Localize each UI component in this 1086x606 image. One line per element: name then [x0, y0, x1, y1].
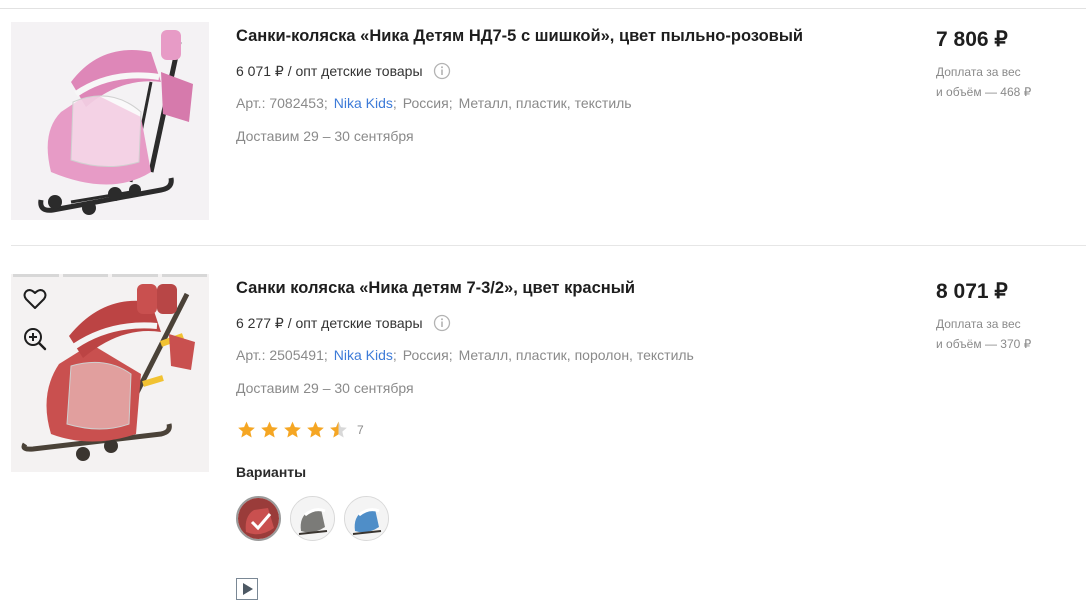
play-icon: [243, 583, 253, 595]
review-count[interactable]: 7: [357, 423, 364, 437]
gallery-dot[interactable]: [112, 274, 158, 277]
gallery-dot[interactable]: [62, 274, 108, 277]
separator: ;: [448, 95, 453, 111]
half-star-icon: [330, 421, 347, 438]
wholesale-price-line: 6 277 ₽ / опт детские товары: [236, 314, 451, 332]
product-title[interactable]: Санки-коляска «Ника Детям НД7-5 с шишкой…: [236, 27, 803, 46]
product-image[interactable]: [11, 22, 209, 220]
surcharge-line-1: Доплата за вес: [936, 317, 1021, 331]
red-variant-thumb: [238, 498, 279, 539]
materials: Металл, пластик, поролон, текстиль: [458, 347, 694, 363]
country: Россия: [402, 347, 449, 363]
product-title[interactable]: Санки коляска «Ника детям 7-3/2», цвет к…: [236, 279, 635, 298]
delivery-date: Доставим 29 – 30 сентября: [236, 128, 414, 144]
product-card: Санки коляска «Ника детям 7-3/2», цвет к…: [0, 272, 1086, 602]
star-icon: [261, 421, 278, 438]
separator: ;: [392, 347, 397, 363]
pink-sled-stroller-image: [11, 22, 209, 220]
star-icon: [307, 421, 324, 438]
surcharge-note: Доплата за вес и объём — 370 ₽: [936, 314, 1076, 354]
materials: Металл, пластик, текстиль: [458, 95, 632, 111]
surcharge-note: Доплата за вес и объём — 468 ₽: [936, 62, 1076, 102]
gallery-dot[interactable]: [13, 274, 59, 277]
delivery-date: Доставим 29 – 30 сентября: [236, 380, 414, 396]
star-icon: [238, 421, 255, 438]
heart-icon[interactable]: [22, 286, 48, 312]
brand-link[interactable]: Nika Kids: [334, 95, 393, 111]
product-divider: [11, 245, 1086, 246]
play-video-button[interactable]: [236, 578, 258, 600]
product-card: Санки-коляска «Ника Детям НД7-5 с шишкой…: [0, 20, 1086, 222]
surcharge-line-2: и объём — 468 ₽: [936, 85, 1032, 99]
rating-stars[interactable]: 7: [236, 420, 364, 440]
product-meta: Арт.: 7082453; Nika Kids; Россия; Металл, п…: [236, 95, 632, 111]
variant-option[interactable]: [236, 496, 281, 541]
separator: ;: [448, 347, 453, 363]
gray-variant-thumb: [291, 497, 334, 540]
wholesale-price: 6 277 ₽: [236, 314, 284, 331]
gallery-dot[interactable]: [161, 274, 207, 277]
blue-variant-thumb: [345, 497, 388, 540]
wholesale-price: 6 071 ₽: [236, 62, 284, 79]
article-label: Арт.:: [236, 95, 266, 111]
top-divider: [0, 8, 1086, 9]
wholesale-label: / опт детские товары: [287, 315, 423, 331]
surcharge-line-2: и объём — 370 ₽: [936, 337, 1032, 351]
zoom-in-icon[interactable]: [22, 326, 48, 352]
product-price: 8 071 ₽: [936, 280, 1008, 303]
article-number: 2505491: [269, 347, 324, 363]
product-price: 7 806 ₽: [936, 28, 1008, 51]
info-icon[interactable]: [433, 62, 451, 80]
info-icon[interactable]: [433, 314, 451, 332]
country: Россия: [402, 95, 449, 111]
gallery-indicator[interactable]: [11, 274, 209, 278]
separator: ;: [323, 95, 328, 111]
variants-list: [236, 496, 389, 541]
variant-option[interactable]: [344, 496, 389, 541]
star-icon: [284, 421, 301, 438]
wholesale-price-line: 6 071 ₽ / опт детские товары: [236, 62, 451, 80]
variants-label: Варианты: [236, 464, 307, 480]
brand-link[interactable]: Nika Kids: [334, 347, 393, 363]
wholesale-label: / опт детские товары: [287, 63, 423, 79]
product-meta: Арт.: 2505491; Nika Kids; Россия; Металл, п…: [236, 347, 694, 363]
article-label: Арт.:: [236, 347, 266, 363]
variant-option[interactable]: [290, 496, 335, 541]
article-number: 7082453: [269, 95, 324, 111]
separator: ;: [323, 347, 328, 363]
separator: ;: [392, 95, 397, 111]
surcharge-line-1: Доплата за вес: [936, 65, 1021, 79]
